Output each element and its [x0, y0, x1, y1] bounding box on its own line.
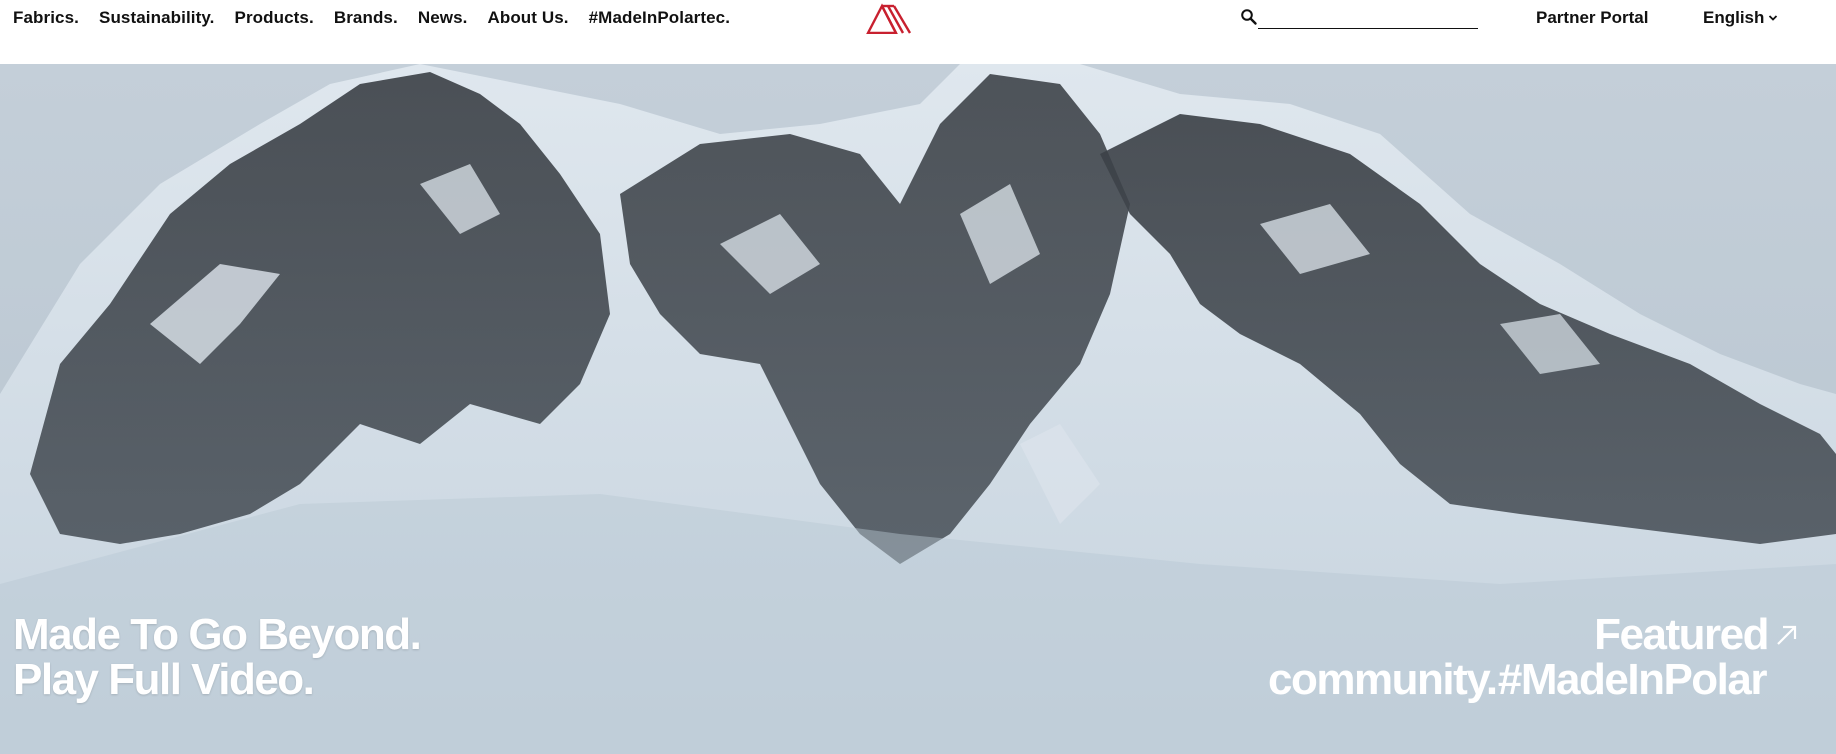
hero-video[interactable]: Made To Go Beyond. Play Full Video. comm… — [0, 64, 1836, 754]
search-bar — [1240, 5, 1480, 31]
nav-about-us[interactable]: About Us. — [487, 8, 568, 28]
language-label: English — [1703, 8, 1765, 27]
featured-heading: Featured — [1498, 612, 1800, 657]
play-full-video-link[interactable]: Play Full Video. — [13, 657, 420, 702]
search-input[interactable] — [1258, 5, 1478, 29]
nav-news[interactable]: News. — [418, 8, 468, 28]
partner-portal-link[interactable]: Partner Portal — [1536, 8, 1648, 28]
hero-tagline: Made To Go Beyond. — [13, 610, 422, 659]
main-nav: Fabrics. Sustainability. Products. Brand… — [13, 8, 730, 28]
language-selector[interactable]: English — [1703, 8, 1778, 28]
nav-brands[interactable]: Brands. — [334, 8, 398, 28]
nav-madeinpolartec[interactable]: #MadeInPolartec. — [589, 8, 730, 28]
nav-products[interactable]: Products. — [235, 8, 314, 28]
site-header: Fabrics. Sustainability. Products. Brand… — [0, 0, 1836, 64]
nav-fabrics[interactable]: Fabrics. — [13, 8, 79, 28]
nav-sustainability[interactable]: Sustainability. — [99, 8, 215, 28]
featured-madeinpolar-link[interactable]: Featured #MadeInPolar — [1497, 612, 1797, 704]
featured-tag: #MadeInPolar — [1497, 655, 1768, 704]
search-icon[interactable] — [1240, 8, 1258, 26]
chevron-down-icon — [1769, 15, 1778, 21]
polartec-logo[interactable] — [866, 2, 914, 35]
featured-label: Featured — [1594, 610, 1769, 659]
hero-heading: Made To Go Beyond. Play Full Video. — [13, 610, 422, 702]
community-label: community. — [1268, 655, 1498, 704]
arrow-up-right-icon — [1777, 625, 1797, 645]
